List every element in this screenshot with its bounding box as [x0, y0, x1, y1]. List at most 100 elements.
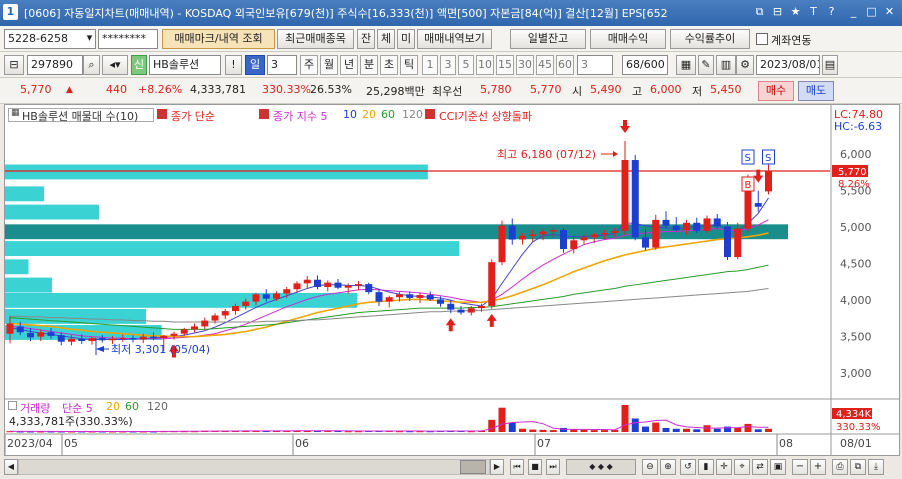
scroll-left-icon[interactable]: ◀ — [4, 459, 18, 475]
candle-body — [232, 305, 239, 312]
interval-5-button[interactable]: 5 — [458, 55, 474, 75]
candle-body — [519, 235, 526, 240]
daily-balance-button[interactable]: 일별잔고 — [510, 29, 586, 49]
compare-icon[interactable]: ⇄ — [752, 459, 768, 475]
layout-icon[interactable]: ▥ — [716, 55, 736, 75]
chart-canvas[interactable]: 6,0005,5005,0004,5004,0003,5003,000S SB최고… — [4, 105, 899, 455]
interval-1-button[interactable]: 1 — [422, 55, 438, 75]
split-window-icon[interactable]: ⊟ — [770, 4, 785, 20]
period-month-button[interactable]: 월 — [320, 55, 338, 75]
scroll-thumb[interactable] — [460, 460, 486, 474]
volume-profile-bar — [5, 241, 460, 256]
export-icon[interactable]: ⤓ — [868, 459, 884, 475]
interval-3-button[interactable]: 3 — [440, 55, 456, 75]
volume-bar — [754, 429, 762, 432]
calendar-icon[interactable]: ▤ — [822, 55, 838, 75]
last-icon[interactable]: ⏭ — [546, 459, 560, 475]
stock-code-input[interactable]: 297890 — [27, 55, 83, 75]
alert-icon[interactable]: ! — [225, 55, 242, 75]
candle-body — [672, 225, 680, 231]
range-slider[interactable]: ◆ ◆ ◆ — [566, 459, 636, 475]
current-pct-tag: 8.26% — [838, 179, 870, 190]
link-window-icon[interactable]: ⧉ — [752, 4, 767, 20]
stock-name-field[interactable]: HB솔루션 — [149, 55, 221, 75]
grid-icon[interactable]: ▦ — [676, 55, 696, 75]
volume-ma20-label: 20 — [106, 400, 120, 413]
text-size-icon[interactable]: T — [806, 4, 821, 20]
legend-grid-icon: ▦ — [11, 108, 20, 118]
first-icon[interactable]: ⏮ — [510, 459, 524, 475]
low-price: 5,450 — [710, 83, 742, 96]
interval-value-select[interactable]: 3 — [577, 55, 613, 75]
candle-body — [355, 284, 362, 286]
tab-balance[interactable]: 잔 — [357, 29, 375, 49]
help-icon[interactable]: ? — [824, 4, 839, 20]
recent-trades-button[interactable]: 최근매매종목 — [277, 29, 354, 49]
account-link-checkbox[interactable] — [756, 33, 768, 45]
date-field[interactable]: 2023/08/01 — [756, 55, 820, 75]
volume-bar — [672, 428, 680, 432]
sound-icon[interactable]: ◂▾ — [102, 55, 128, 75]
zoom-in-icon[interactable]: ⊕ — [660, 459, 676, 475]
period-value-select[interactable]: 3 — [267, 55, 297, 75]
copy-icon[interactable]: ⧉ — [850, 459, 866, 475]
trade-profit-button[interactable]: 매매수익 — [590, 29, 666, 49]
favorite-star-icon[interactable]: ★ — [788, 4, 803, 20]
magnet-icon[interactable]: ⌖ — [734, 459, 750, 475]
maximize-button[interactable]: □ — [864, 4, 879, 20]
candle-body — [478, 305, 485, 309]
interval-45-button[interactable]: 45 — [536, 55, 554, 75]
x-tick-label: 08 — [779, 437, 793, 450]
profit-trend-button[interactable]: 수익률추이 — [670, 29, 750, 49]
period-week-button[interactable]: 주 — [300, 55, 318, 75]
print-icon[interactable]: ⎙ — [832, 459, 848, 475]
scroll-track[interactable] — [18, 459, 490, 475]
volume-bar — [508, 422, 516, 432]
buy-button[interactable]: 매수 — [758, 81, 794, 101]
search-icon[interactable]: ⌕ — [83, 55, 100, 75]
period-second-button[interactable]: 초 — [380, 55, 398, 75]
candle-body — [314, 279, 321, 287]
zoom-out-icon[interactable]: ⊖ — [642, 459, 658, 475]
screenshot-icon[interactable]: ▣ — [770, 459, 786, 475]
password-field[interactable]: ******** — [98, 29, 158, 49]
volume-value: 4,333,781 — [190, 83, 246, 96]
draw-tool-icon[interactable]: ✎ — [698, 55, 714, 75]
scroll-right-icon[interactable]: ▶ — [490, 459, 504, 475]
period-minute-button[interactable]: 분 — [360, 55, 378, 75]
volume-profile-bar — [5, 277, 52, 293]
interval-15-button[interactable]: 15 — [496, 55, 514, 75]
trade-history-button[interactable]: 매매내역보기 — [417, 29, 492, 49]
candle-body — [78, 338, 86, 341]
volume-bar — [539, 429, 547, 432]
candle-body — [570, 240, 578, 250]
candle-type-icon[interactable]: ▮ — [698, 459, 714, 475]
chart-scrollbar[interactable]: ◀ ▶ ⏮ ■ ⏭ ◆ ◆ ◆ ⊖ ⊕ ↺ ▮ ✛ ⌖ ⇄ ▣ − + ⎙ ⧉ … — [0, 456, 902, 479]
y-tick-label: 3,500 — [840, 331, 872, 344]
tab-executed[interactable]: 체 — [377, 29, 395, 49]
chart-area[interactable]: 6,000 5,500 5,000 4,500 4,000 3,500 3,000 S S B 최고… — [4, 104, 900, 456]
zoom-plus-button[interactable]: + — [810, 459, 826, 475]
period-tick-button[interactable]: 틱 — [400, 55, 418, 75]
interval-30-button[interactable]: 30 — [516, 55, 534, 75]
y-tick-label: 6,000 — [840, 148, 872, 161]
minimize-button[interactable]: _ — [846, 4, 861, 20]
stop-icon[interactable]: ■ — [528, 459, 542, 475]
volume-ratio: 330.33% — [262, 83, 311, 96]
reset-icon[interactable]: ↺ — [680, 459, 696, 475]
volume-bar — [765, 428, 772, 432]
chevron-down-icon[interactable]: ▾ — [83, 29, 96, 49]
tab-unexecuted[interactable]: 미 — [397, 29, 415, 49]
page-count-field[interactable]: 68/600 — [622, 55, 668, 75]
period-day-button[interactable]: 일 — [245, 55, 265, 75]
close-button[interactable]: ✕ — [882, 4, 897, 20]
sell-button[interactable]: 매도 — [798, 81, 834, 101]
zoom-minus-button[interactable]: − — [792, 459, 808, 475]
period-year-button[interactable]: 년 — [340, 55, 358, 75]
chart-settings-icon[interactable]: ⊟ — [4, 55, 24, 75]
interval-10-button[interactable]: 10 — [476, 55, 494, 75]
trade-mark-query-button[interactable]: 매매마크/내역 조회 — [162, 29, 275, 49]
gear-icon[interactable]: ⚙ — [736, 55, 754, 75]
interval-60-button[interactable]: 60 — [556, 55, 574, 75]
crosshair-icon[interactable]: ✛ — [716, 459, 732, 475]
